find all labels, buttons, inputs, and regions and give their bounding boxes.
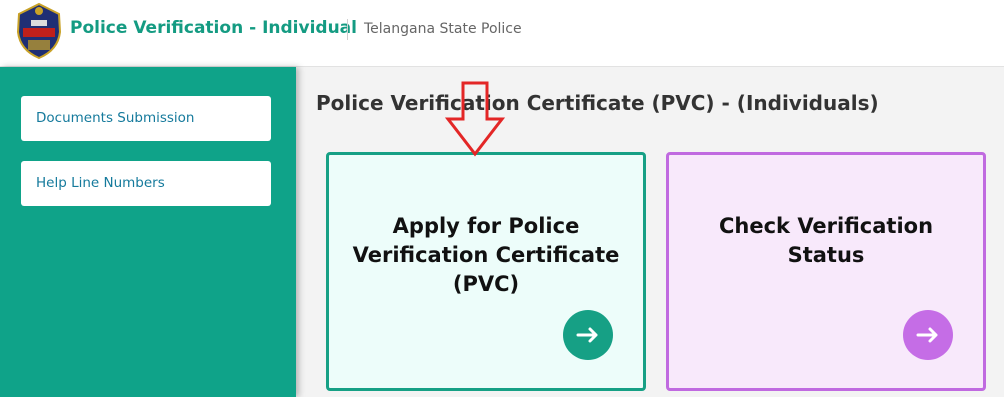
apply-pvc-card-title: Apply for Police Verification Certificat… — [352, 214, 620, 296]
check-status-card-title: Check Verification Status — [718, 214, 934, 267]
sidebar-item-help-line-numbers[interactable]: Help Line Numbers — [21, 161, 271, 206]
check-status-card[interactable]: Check Verification Status — [666, 152, 986, 391]
sidebar: Documents Submission Help Line Numbers — [0, 67, 296, 397]
red-down-arrow-icon — [445, 81, 505, 157]
arrow-right-icon — [916, 327, 938, 343]
sidebar-item-documents-submission[interactable]: Documents Submission — [21, 96, 271, 141]
check-status-go-button[interactable] — [903, 310, 953, 360]
apply-pvc-card[interactable]: Apply for Police Verification Certificat… — [326, 152, 646, 391]
arrow-right-icon — [576, 327, 598, 343]
apply-pvc-go-button[interactable] — [563, 310, 613, 360]
org-name: Telangana State Police — [364, 21, 522, 37]
header-divider — [347, 19, 348, 40]
top-header: Police Verification - Individual Telanga… — [0, 0, 1004, 67]
page-title: Police Verification Certificate (PVC) - … — [316, 91, 879, 115]
police-badge-icon[interactable] — [14, 2, 64, 60]
app-title: Police Verification - Individual — [70, 18, 357, 38]
